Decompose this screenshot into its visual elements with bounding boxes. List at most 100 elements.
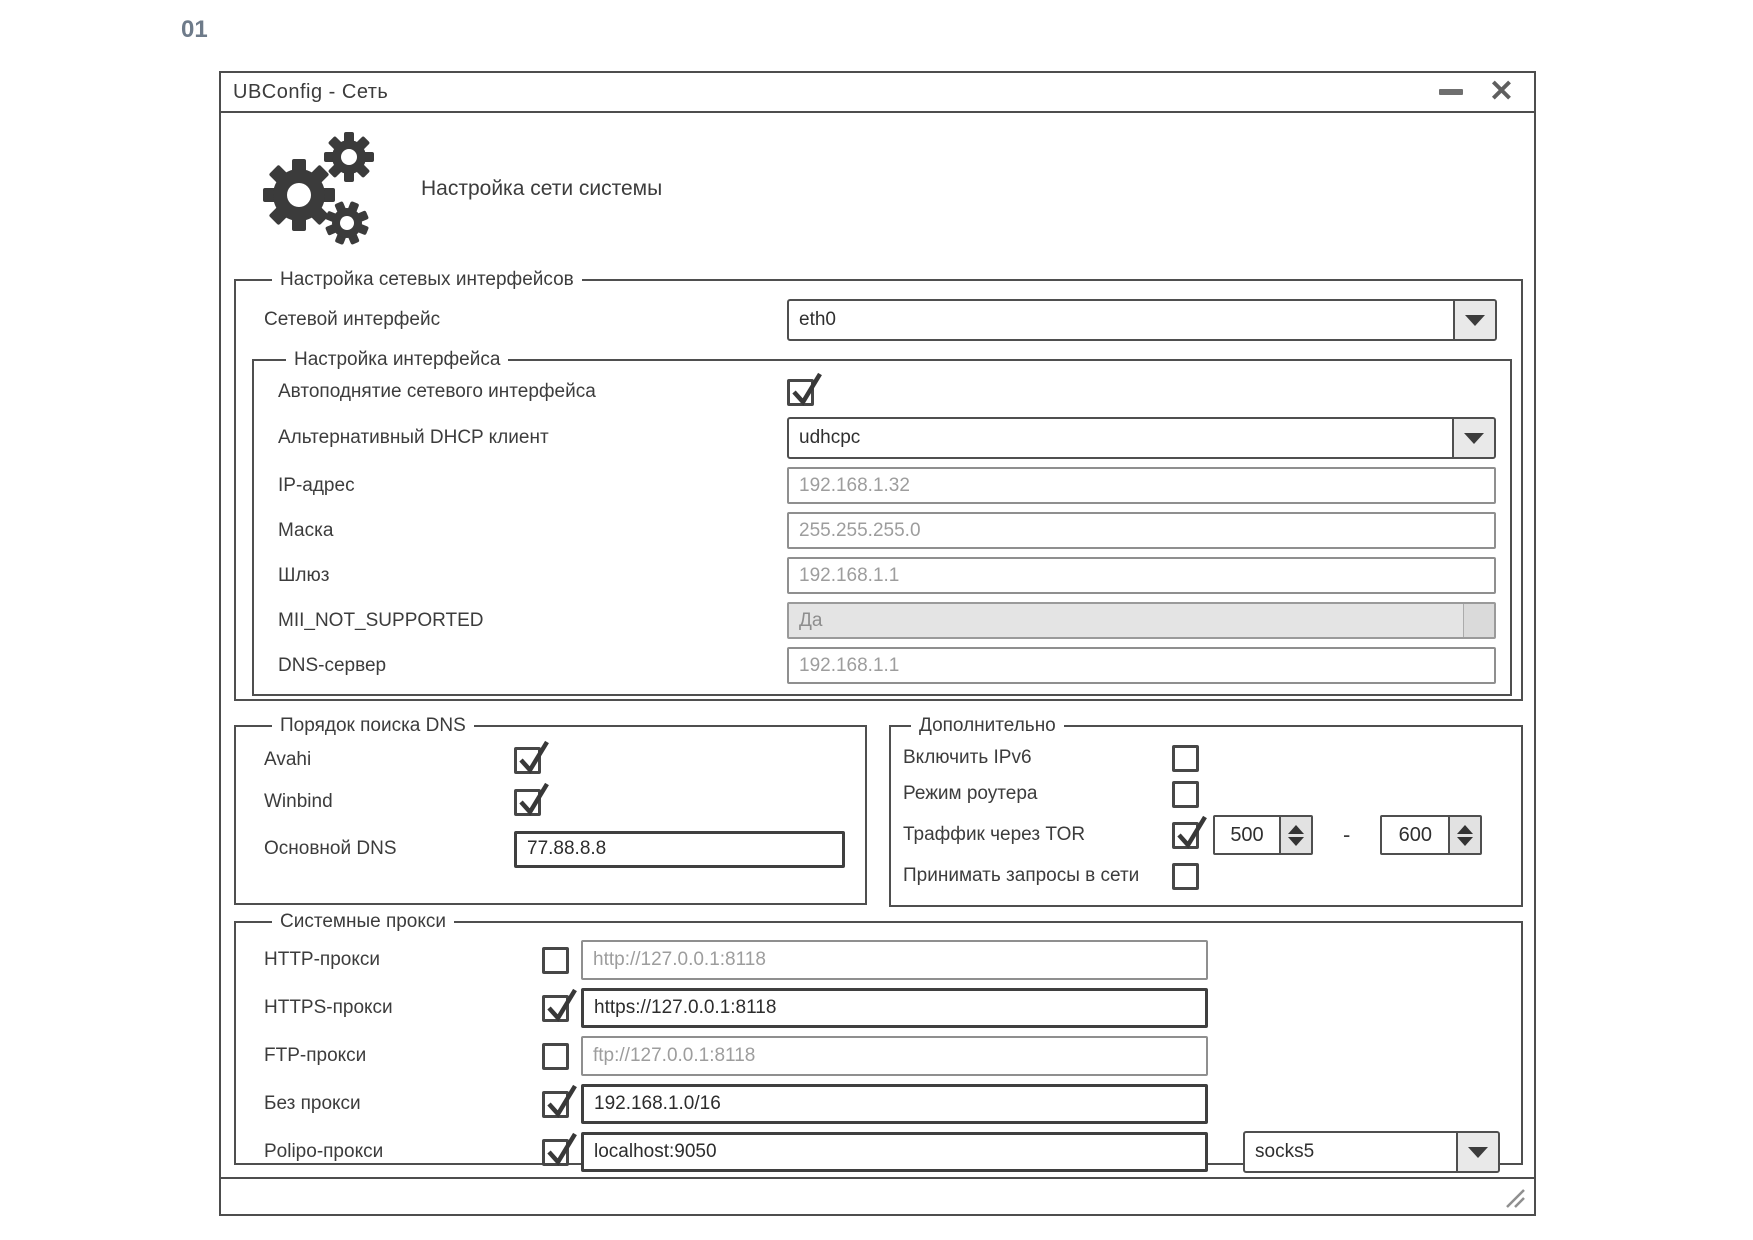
row-gateway: Шлюз bbox=[278, 557, 1496, 594]
group-system-proxies: Системные прокси HTTP-прокси HTTPS-прокс… bbox=[234, 911, 1523, 1165]
ftp-proxy-checkbox[interactable] bbox=[542, 1043, 569, 1070]
auto-up-label: Автоподнятие сетевого интерфейса bbox=[278, 381, 787, 403]
accept-requests-checkbox[interactable] bbox=[1172, 863, 1199, 890]
group-system-proxies-legend: Системные прокси bbox=[272, 911, 454, 933]
mii-value: Да bbox=[789, 610, 1494, 632]
group-interface-settings: Настройка интерфейса Автоподнятие сетево… bbox=[252, 349, 1512, 696]
tor-port-to-value: 600 bbox=[1382, 817, 1448, 853]
netmask-label: Маска bbox=[278, 520, 787, 542]
winbind-label: Winbind bbox=[264, 791, 514, 813]
row-ipv6: Включить IPv6 bbox=[903, 743, 1505, 773]
group-network-interfaces: Настройка сетевых интерфейсов Сетевой ин… bbox=[234, 269, 1523, 701]
window-title: UBConfig - Сеть bbox=[221, 81, 388, 104]
row-primary-dns: Основной DNS bbox=[264, 829, 845, 869]
polipo-proxy-input[interactable] bbox=[581, 1132, 1208, 1172]
ftp-proxy-input[interactable] bbox=[581, 1036, 1208, 1076]
network-interface-label: Сетевой интерфейс bbox=[264, 309, 787, 331]
row-avahi: Avahi bbox=[264, 745, 845, 775]
row-ip-address: IP-адрес bbox=[278, 467, 1496, 504]
row-https-proxy: HTTPS-прокси bbox=[264, 987, 1497, 1029]
polipo-scheme-value: socks5 bbox=[1245, 1133, 1456, 1171]
netmask-input[interactable] bbox=[787, 512, 1496, 549]
no-proxy-input[interactable] bbox=[581, 1084, 1208, 1124]
network-interface-select[interactable]: eth0 bbox=[787, 299, 1497, 341]
row-no-proxy: Без прокси bbox=[264, 1083, 1497, 1125]
https-proxy-checkbox[interactable] bbox=[542, 995, 569, 1022]
group-network-interfaces-legend: Настройка сетевых интерфейсов bbox=[272, 269, 582, 291]
page-title: Настройка сети системы bbox=[421, 177, 662, 201]
middle-groups-row: Порядок поиска DNS Avahi Winbind Основно… bbox=[234, 715, 1523, 907]
http-proxy-label: HTTP-прокси bbox=[264, 949, 542, 971]
ubconfig-window: UBConfig - Сеть ✕ bbox=[219, 71, 1536, 1216]
row-netmask: Маска bbox=[278, 512, 1496, 549]
http-proxy-input[interactable] bbox=[581, 940, 1208, 980]
ip-address-label: IP-адрес bbox=[278, 475, 787, 497]
no-proxy-checkbox[interactable] bbox=[542, 1091, 569, 1118]
spinner-arrows-icon[interactable] bbox=[1279, 817, 1311, 853]
https-proxy-label: HTTPS-прокси bbox=[264, 997, 542, 1019]
gears-icon bbox=[261, 131, 381, 247]
group-additional-legend: Дополнительно bbox=[911, 715, 1064, 737]
primary-dns-input[interactable] bbox=[514, 831, 845, 868]
row-dns-server: DNS-сервер bbox=[278, 647, 1496, 684]
network-interface-value: eth0 bbox=[789, 301, 1453, 339]
ftp-proxy-label: FTP-прокси bbox=[264, 1045, 542, 1067]
gateway-label: Шлюз bbox=[278, 565, 787, 587]
mii-disabled-field: Да bbox=[787, 602, 1496, 639]
dns-server-input[interactable] bbox=[787, 647, 1496, 684]
primary-dns-label: Основной DNS bbox=[264, 838, 514, 860]
dhcp-client-select[interactable]: udhcpc bbox=[787, 417, 1496, 459]
window-controls: ✕ bbox=[1439, 77, 1534, 107]
polipo-proxy-checkbox[interactable] bbox=[542, 1139, 569, 1166]
ipv6-label: Включить IPv6 bbox=[903, 747, 1172, 769]
http-proxy-checkbox[interactable] bbox=[542, 947, 569, 974]
figure-number: 01 bbox=[181, 16, 208, 44]
row-http-proxy: HTTP-прокси bbox=[264, 939, 1497, 981]
polipo-proxy-label: Polipo-прокси bbox=[264, 1141, 542, 1163]
group-dns-order: Порядок поиска DNS Avahi Winbind Основно… bbox=[234, 715, 867, 905]
range-dash: - bbox=[1343, 822, 1350, 848]
avahi-checkbox[interactable] bbox=[514, 747, 541, 774]
minimize-button[interactable] bbox=[1439, 89, 1463, 95]
tor-port-from-spinner[interactable]: 500 bbox=[1213, 815, 1313, 855]
auto-up-checkbox[interactable] bbox=[787, 379, 814, 406]
ip-address-input[interactable] bbox=[787, 467, 1496, 504]
winbind-checkbox[interactable] bbox=[514, 789, 541, 816]
dropdown-arrow-icon[interactable] bbox=[1453, 301, 1495, 339]
polipo-scheme-select[interactable]: socks5 bbox=[1243, 1131, 1500, 1173]
row-dhcp-client: Альтернативный DHCP клиент udhcpc bbox=[278, 417, 1496, 459]
status-bar bbox=[221, 1177, 1534, 1214]
mii-label: MII_NOT_SUPPORTED bbox=[278, 610, 787, 632]
row-accept-requests: Принимать запросы в сети bbox=[903, 861, 1505, 891]
row-router-mode: Режим роутера bbox=[903, 779, 1505, 809]
row-polipo-proxy: Polipo-прокси socks5 bbox=[264, 1131, 1497, 1173]
row-network-interface: Сетевой интерфейс eth0 bbox=[264, 299, 1497, 341]
gateway-input[interactable] bbox=[787, 557, 1496, 594]
avahi-label: Avahi bbox=[264, 749, 514, 771]
spinner-arrows-icon[interactable] bbox=[1448, 817, 1480, 853]
tor-port-to-spinner[interactable]: 600 bbox=[1380, 815, 1482, 855]
ipv6-checkbox[interactable] bbox=[1172, 745, 1199, 772]
tor-port-from-value: 500 bbox=[1215, 817, 1279, 853]
resize-grip[interactable] bbox=[1500, 1183, 1526, 1209]
router-mode-checkbox[interactable] bbox=[1172, 781, 1199, 808]
group-dns-order-legend: Порядок поиска DNS bbox=[272, 715, 474, 737]
dns-server-label: DNS-сервер bbox=[278, 655, 787, 677]
tor-traffic-checkbox[interactable] bbox=[1172, 822, 1199, 849]
close-button[interactable]: ✕ bbox=[1489, 77, 1514, 107]
row-ftp-proxy: FTP-прокси bbox=[264, 1035, 1497, 1077]
dhcp-client-label: Альтернативный DHCP клиент bbox=[278, 427, 787, 449]
dropdown-arrow-icon[interactable] bbox=[1452, 419, 1494, 457]
row-winbind: Winbind bbox=[264, 787, 845, 817]
dropdown-arrow-icon[interactable] bbox=[1456, 1133, 1498, 1171]
dhcp-client-value: udhcpc bbox=[789, 419, 1452, 457]
group-interface-settings-legend: Настройка интерфейса bbox=[286, 349, 508, 371]
mii-disabled-button bbox=[1463, 604, 1494, 637]
accept-requests-label: Принимать запросы в сети bbox=[903, 865, 1172, 887]
no-proxy-label: Без прокси bbox=[264, 1093, 542, 1115]
row-auto-up: Автоподнятие сетевого интерфейса bbox=[278, 377, 1496, 407]
tor-traffic-label: Траффик через TOR bbox=[903, 824, 1172, 846]
https-proxy-input[interactable] bbox=[581, 988, 1208, 1028]
group-additional: Дополнительно Включить IPv6 Режим роутер… bbox=[889, 715, 1523, 907]
titlebar: UBConfig - Сеть ✕ bbox=[221, 73, 1534, 113]
